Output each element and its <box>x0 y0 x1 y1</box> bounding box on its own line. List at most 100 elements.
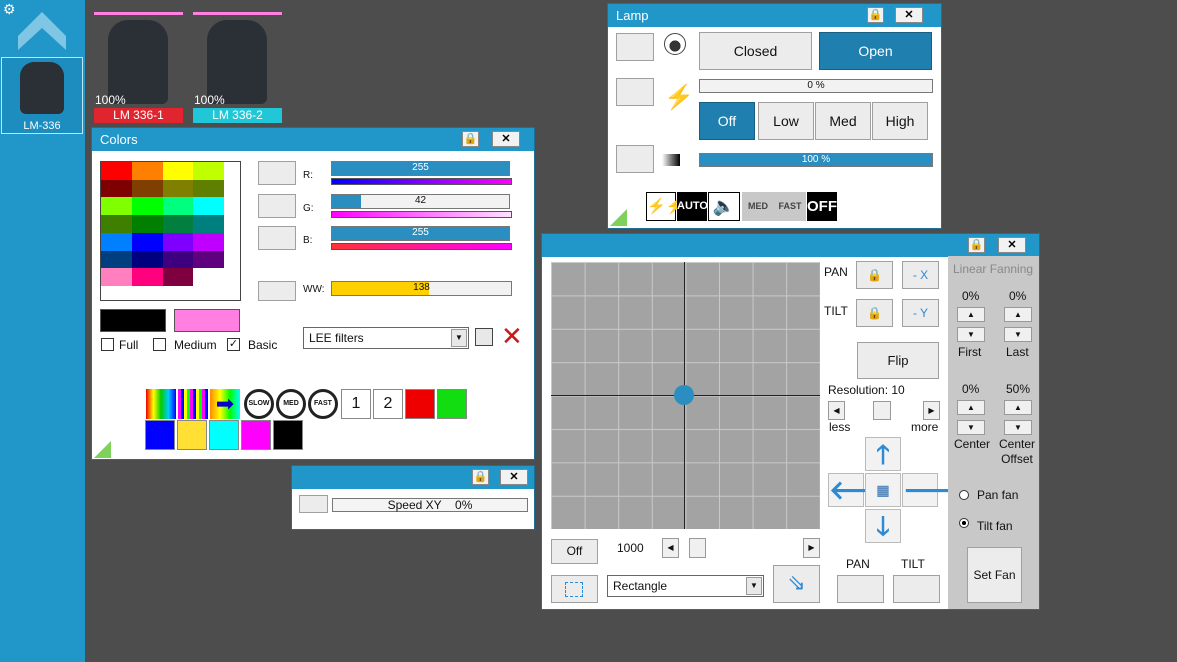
arrow-right-icon[interactable]: 🡒 <box>902 473 973 507</box>
shutter-preset-button[interactable] <box>616 33 654 61</box>
save-icon[interactable] <box>475 328 493 346</box>
first-down-icon[interactable]: ▼ <box>957 327 985 342</box>
pan-preset-button[interactable] <box>837 575 884 603</box>
minus-y-button[interactable]: - Y <box>902 299 939 327</box>
flip-button[interactable]: Flip <box>857 342 939 379</box>
closed-button[interactable]: Closed <box>699 32 812 70</box>
palette-swatch[interactable] <box>101 162 132 180</box>
palette-swatch[interactable] <box>162 232 194 251</box>
palette-swatch[interactable] <box>131 250 163 269</box>
palette-swatch[interactable] <box>162 197 194 216</box>
med-speed-icon[interactable]: MED <box>742 192 774 221</box>
speed-bar[interactable]: Speed XY 0% <box>332 498 528 512</box>
palette-swatch[interactable] <box>162 215 194 233</box>
minus-x-button[interactable]: - X <box>902 261 939 289</box>
sidebar-fixture[interactable]: LM-336 <box>1 57 83 134</box>
palette-swatch[interactable] <box>101 268 132 286</box>
position-dot[interactable] <box>674 385 694 405</box>
ww-slider[interactable]: 138 <box>331 281 512 296</box>
last-up-icon[interactable]: ▲ <box>1004 307 1032 322</box>
arrow-up-icon[interactable]: 🡑 <box>865 437 901 471</box>
r-slider[interactable]: 255 <box>331 161 510 176</box>
lock-icon[interactable]: 🔒 <box>968 237 985 253</box>
palette-swatch[interactable] <box>101 232 132 251</box>
palette-swatch[interactable] <box>193 162 224 180</box>
stripes-chip[interactable] <box>178 389 208 419</box>
palette-swatch[interactable] <box>101 215 132 233</box>
arrow-chip[interactable]: ➡ <box>210 389 240 419</box>
offset-down-icon[interactable]: ▼ <box>1004 420 1032 435</box>
close-icon[interactable]: ✕ <box>500 469 528 485</box>
med-icon[interactable]: MED <box>276 389 306 419</box>
center-down-icon[interactable]: ▼ <box>957 420 985 435</box>
slow-icon[interactable]: SLOW <box>244 389 274 419</box>
fixture-2[interactable]: 100% LM 336-2 <box>193 12 283 124</box>
arrow-down-icon[interactable]: 🡓 <box>865 509 901 543</box>
palette-swatch[interactable] <box>131 268 163 286</box>
speed-thumb[interactable] <box>689 538 706 558</box>
gear-icon[interactable]: ⚙ <box>3 1 16 18</box>
basic-checkbox[interactable]: ✓ <box>227 338 240 351</box>
arrow-left-icon[interactable]: 🡐 <box>828 473 899 507</box>
chevron-up-icon[interactable] <box>16 10 68 52</box>
speed-slider[interactable]: ◀ ▶ <box>662 538 820 558</box>
palette-swatch[interactable] <box>101 179 132 198</box>
dimmer-preset-button[interactable] <box>616 145 654 173</box>
lock-icon[interactable]: 🔒 <box>462 131 479 147</box>
color-chip[interactable] <box>177 420 207 450</box>
close-icon[interactable]: ✕ <box>895 7 923 23</box>
last-down-icon[interactable]: ▼ <box>1004 327 1032 342</box>
target-color[interactable] <box>174 309 240 332</box>
apply-shape-button[interactable]: ⇘ <box>773 565 820 603</box>
shape-select[interactable]: Rectangle ▼ <box>607 575 764 597</box>
palette-swatch[interactable] <box>131 215 163 233</box>
g-slider[interactable]: 42 <box>331 194 510 209</box>
resolution-thumb[interactable] <box>873 401 891 420</box>
mode-med-button[interactable]: Med <box>815 102 871 140</box>
pantilt-titlebar[interactable]: 🔒 ✕ <box>542 234 1039 257</box>
palette-swatch[interactable] <box>193 197 224 216</box>
b-preset-button[interactable] <box>258 226 296 250</box>
r-preset-button[interactable] <box>258 161 296 185</box>
color-chip[interactable] <box>145 420 175 450</box>
palette-swatch[interactable] <box>193 179 224 198</box>
palette-swatch[interactable] <box>193 215 224 233</box>
first-up-icon[interactable]: ▲ <box>957 307 985 322</box>
auto-icon[interactable]: AUTO <box>677 192 708 221</box>
set-fan-button[interactable]: Set Fan <box>967 547 1022 603</box>
palette-swatch[interactable] <box>131 232 163 251</box>
pan-lock-button[interactable]: 🔒 <box>856 261 893 289</box>
tilt-lock-button[interactable]: 🔒 <box>856 299 893 327</box>
center-up-icon[interactable]: ▲ <box>957 400 985 415</box>
fast-icon[interactable]: FAST <box>308 389 338 419</box>
colors-titlebar[interactable]: Colors 🔒 ✕ <box>92 128 534 151</box>
b-slider[interactable]: 255 <box>331 226 510 241</box>
delete-icon[interactable]: ✕ <box>501 323 523 349</box>
full-checkbox[interactable] <box>101 338 114 351</box>
lamp-level-bar[interactable]: 0 % <box>699 79 933 93</box>
palette-swatch[interactable] <box>162 268 194 286</box>
palette-swatch[interactable] <box>162 250 194 269</box>
chevron-left-icon[interactable]: ◀ <box>828 401 845 420</box>
center-grid-icon[interactable]: ▦ <box>865 473 901 507</box>
palette-swatch[interactable] <box>101 250 132 269</box>
tilt-fan-radio[interactable] <box>959 518 969 528</box>
lock-icon[interactable]: 🔒 <box>867 7 884 23</box>
speaker-icon[interactable]: 🔈 <box>708 192 740 221</box>
off-button[interactable]: Off <box>551 539 598 564</box>
filter-select[interactable]: LEE filters ▼ <box>303 327 469 349</box>
palette-swatch[interactable] <box>131 179 163 198</box>
chevron-right-icon[interactable]: ▶ <box>803 538 820 558</box>
palette-swatch[interactable] <box>162 162 194 180</box>
resolution-slider[interactable]: ◀ ▶ <box>828 401 940 420</box>
close-icon[interactable]: ✕ <box>492 131 520 147</box>
lamp-titlebar[interactable]: Lamp 🔒 ✕ <box>608 4 941 27</box>
speed-titlebar[interactable]: 🔒 ✕ <box>292 466 534 489</box>
chevron-right-icon[interactable]: ▶ <box>923 401 940 420</box>
open-button[interactable]: Open <box>819 32 932 70</box>
chevron-left-icon[interactable]: ◀ <box>662 538 679 558</box>
palette-swatch[interactable] <box>131 162 163 180</box>
palette-swatch[interactable] <box>193 250 224 269</box>
speed-preset-button[interactable] <box>299 495 328 513</box>
rainbow-chip[interactable] <box>146 389 176 419</box>
